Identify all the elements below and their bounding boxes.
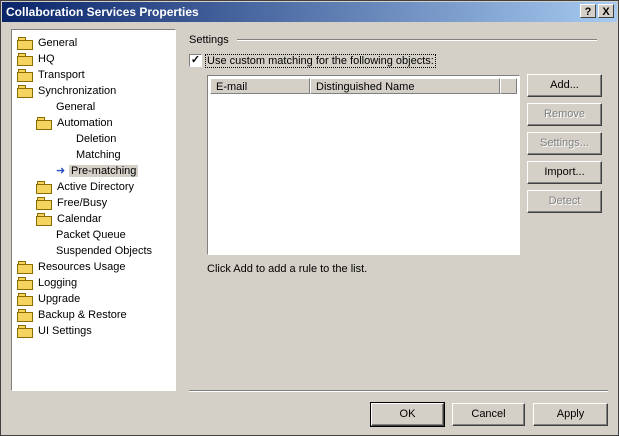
tree-item[interactable]: Free/Busy [36, 195, 109, 211]
tree-item-label: HQ [38, 53, 55, 65]
tree-item[interactable]: General [17, 35, 79, 51]
column-header-filler [500, 78, 517, 94]
tree-item-label: Deletion [76, 133, 117, 145]
folder-icon [17, 277, 33, 291]
group-divider [237, 39, 597, 41]
folder-icon [17, 309, 33, 323]
tree-item[interactable]: Packet Queue [54, 227, 128, 243]
tree-item-label: Free/Busy [57, 197, 108, 209]
close-button[interactable]: X [598, 4, 614, 18]
tree-item[interactable]: HQ [17, 51, 57, 67]
tree-item[interactable]: Automation [36, 115, 115, 131]
tree-item[interactable]: Matching [74, 147, 123, 163]
properties-dialog: Collaboration Services Properties ? X Ge… [0, 0, 619, 436]
tree-item-label: Resources Usage [38, 261, 126, 273]
settings-tree[interactable]: General HQ Transport Synchronization General… [11, 29, 176, 391]
tree-item[interactable]: General [54, 99, 97, 115]
detect-button[interactable]: Detect [527, 190, 602, 213]
tree-item[interactable]: Deletion [74, 131, 118, 147]
add-button[interactable]: Add... [527, 74, 602, 97]
tree-item[interactable]: Active Directory [36, 179, 136, 195]
custom-matching-checkbox[interactable]: ✓ [189, 54, 202, 67]
title-bar[interactable]: Collaboration Services Properties ? X [2, 2, 617, 22]
tree-item[interactable]: Logging [17, 275, 79, 291]
column-header-distinguished-name[interactable]: Distinguished Name [310, 78, 500, 94]
footer-divider [189, 390, 608, 392]
tree-item[interactable]: ➜ Pre-matching [56, 163, 139, 179]
folder-icon [17, 325, 33, 339]
folder-icon [36, 197, 52, 211]
apply-button[interactable]: Apply [533, 403, 608, 426]
cancel-button[interactable]: Cancel [452, 403, 525, 426]
arrow-icon: ➜ [56, 165, 66, 178]
tree-item[interactable]: Resources Usage [17, 259, 127, 275]
tree-item-label: Automation [57, 117, 113, 129]
tree-item-label: General [56, 101, 96, 113]
tree-item[interactable]: Upgrade [17, 291, 82, 307]
tree-item-label: Synchronization [38, 85, 117, 97]
settings-group-title: Settings [189, 34, 229, 46]
ok-button[interactable]: OK [370, 402, 445, 427]
import-button[interactable]: Import... [527, 161, 602, 184]
column-header-email[interactable]: E-mail [210, 78, 310, 94]
custom-matching-row[interactable]: ✓ Use custom matching for the following o… [189, 53, 436, 68]
settings-button[interactable]: Settings... [527, 132, 602, 155]
folder-icon [36, 213, 52, 227]
folder-icon [17, 261, 33, 275]
folder-icon [17, 85, 33, 99]
folder-icon [17, 53, 33, 67]
folder-icon [17, 293, 33, 307]
tree-item[interactable]: Backup & Restore [17, 307, 129, 323]
hint-text: Click Add to add a rule to the list. [207, 263, 368, 275]
matching-rules-list[interactable]: E-mail Distinguished Name [207, 75, 520, 255]
tree-item[interactable]: Suspended Objects [54, 243, 154, 259]
tree-item-label: UI Settings [38, 325, 92, 337]
tree-item[interactable]: Calendar [36, 211, 104, 227]
folder-icon [36, 181, 52, 195]
tree-item-label: Calendar [57, 213, 102, 225]
tree-item-label: General [38, 37, 78, 49]
tree-item-label: Logging [38, 277, 78, 289]
tree-item[interactable]: Synchronization [17, 83, 118, 99]
tree-item-label: Upgrade [38, 293, 81, 305]
tree-item-label: Pre-matching [69, 165, 139, 177]
tree-item-label: Packet Queue [56, 229, 126, 241]
remove-button[interactable]: Remove [527, 103, 602, 126]
tree-item[interactable]: Transport [17, 67, 87, 83]
folder-icon [36, 117, 52, 131]
folder-icon [17, 69, 33, 83]
folder-icon [17, 37, 33, 51]
tree-item-label: Transport [38, 69, 85, 81]
tree-item-label: Matching [76, 149, 121, 161]
tree-item-label: Active Directory [57, 181, 135, 193]
custom-matching-label[interactable]: Use custom matching for the following ob… [205, 53, 436, 68]
tree-item-label: Suspended Objects [56, 245, 153, 257]
window-title: Collaboration Services Properties [6, 5, 199, 19]
tree-item-label: Backup & Restore [38, 309, 127, 321]
tree-item[interactable]: UI Settings [17, 323, 94, 339]
help-button[interactable]: ? [580, 4, 596, 18]
